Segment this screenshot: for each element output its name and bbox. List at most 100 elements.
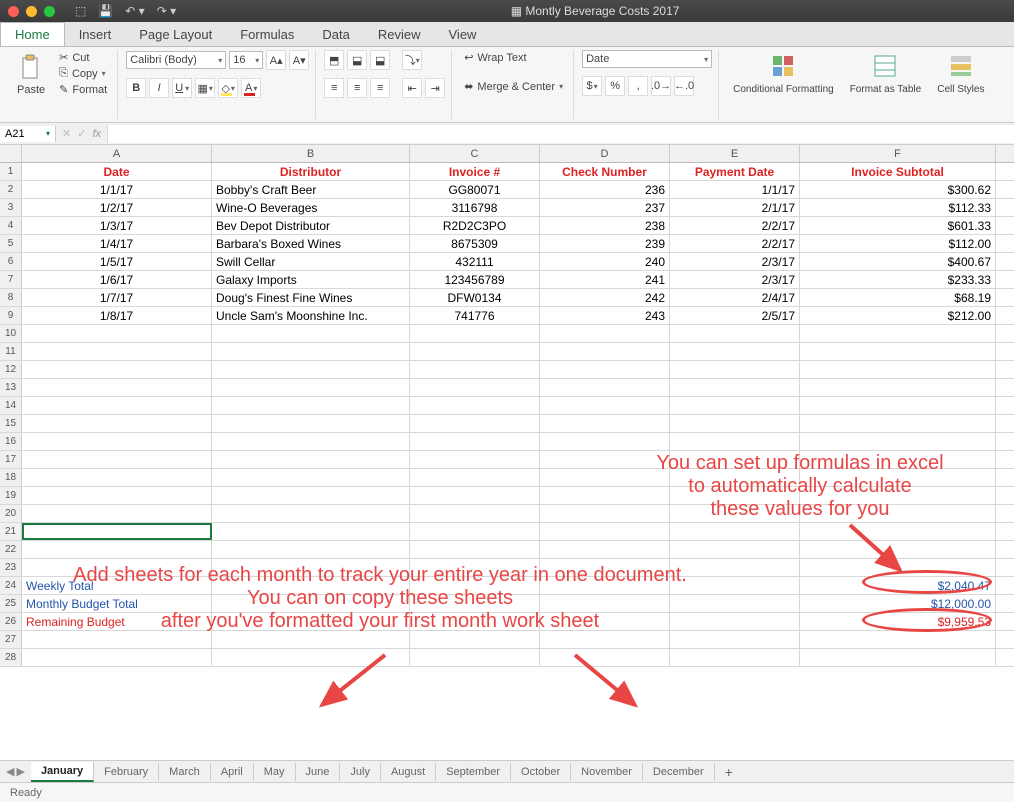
merge-center-button[interactable]: ⬌Merge & Center▾ — [460, 79, 567, 94]
col-header-d[interactable]: D — [540, 145, 670, 162]
cell[interactable] — [540, 649, 670, 666]
col-header-e[interactable]: E — [670, 145, 800, 162]
cell[interactable] — [670, 649, 800, 666]
cell[interactable] — [212, 469, 410, 486]
row-header[interactable]: 24 — [0, 577, 22, 594]
cell[interactable] — [410, 451, 540, 468]
cell[interactable]: $68.19 — [800, 289, 996, 306]
row-header[interactable]: 5 — [0, 235, 22, 252]
cell[interactable]: Bev Depot Distributor — [212, 217, 410, 234]
cell[interactable]: 2/2/17 — [670, 235, 800, 252]
cell[interactable] — [410, 631, 540, 648]
col-header-c[interactable]: C — [410, 145, 540, 162]
cell[interactable] — [22, 541, 212, 558]
sheet-tab-september[interactable]: September — [436, 763, 511, 781]
cell[interactable]: 432111 — [410, 253, 540, 270]
fx-icon[interactable]: fx — [92, 128, 101, 140]
decrease-decimal-button[interactable]: ←.0 — [674, 76, 694, 96]
align-right-button[interactable]: ≡ — [370, 78, 390, 98]
cell[interactable]: 1/1/17 — [670, 181, 800, 198]
cell[interactable] — [410, 649, 540, 666]
cell[interactable] — [212, 379, 410, 396]
cell[interactable] — [800, 325, 996, 342]
cell[interactable]: 2/2/17 — [670, 217, 800, 234]
sheet-tab-march[interactable]: March — [159, 763, 211, 781]
align-left-button[interactable]: ≡ — [324, 78, 344, 98]
cell[interactable]: 2/3/17 — [670, 271, 800, 288]
cell[interactable] — [670, 361, 800, 378]
cell[interactable]: $212.00 — [800, 307, 996, 324]
cell[interactable]: Check Number — [540, 163, 670, 180]
row-header[interactable]: 23 — [0, 559, 22, 576]
cell[interactable]: 238 — [540, 217, 670, 234]
conditional-formatting-button[interactable]: Conditional Formatting — [727, 50, 840, 99]
cell[interactable] — [22, 343, 212, 360]
cell[interactable] — [212, 559, 410, 576]
cell[interactable] — [212, 343, 410, 360]
row-header[interactable]: 20 — [0, 505, 22, 522]
paste-button[interactable]: Paste — [11, 50, 51, 100]
cell[interactable] — [540, 541, 670, 558]
cell[interactable] — [670, 343, 800, 360]
autosave-icon[interactable]: ⬚ — [75, 4, 86, 18]
enter-icon[interactable]: ✓ — [77, 127, 86, 140]
cell[interactable] — [540, 325, 670, 342]
sheet-tab-july[interactable]: July — [340, 763, 381, 781]
row-header[interactable]: 4 — [0, 217, 22, 234]
cell[interactable]: Doug's Finest Fine Wines — [212, 289, 410, 306]
cell[interactable]: $12,000.00 — [800, 595, 996, 612]
cell[interactable] — [410, 487, 540, 504]
italic-button[interactable]: I — [149, 78, 169, 98]
col-header-f[interactable]: F — [800, 145, 996, 162]
format-as-table-button[interactable]: Format as Table — [844, 50, 928, 99]
cell[interactable]: 1/2/17 — [22, 199, 212, 216]
sheet-tab-february[interactable]: February — [94, 763, 159, 781]
row-header[interactable]: 22 — [0, 541, 22, 558]
cell[interactable] — [540, 631, 670, 648]
cell[interactable] — [22, 361, 212, 378]
cell[interactable] — [670, 379, 800, 396]
row-header[interactable]: 6 — [0, 253, 22, 270]
cell[interactable] — [22, 469, 212, 486]
cell[interactable]: 1/8/17 — [22, 307, 212, 324]
cell[interactable]: Payment Date — [670, 163, 800, 180]
cell[interactable] — [410, 595, 540, 612]
cell-styles-button[interactable]: Cell Styles — [931, 50, 990, 99]
cell[interactable] — [670, 577, 800, 594]
cell[interactable]: 2/3/17 — [670, 253, 800, 270]
cell[interactable]: $112.00 — [800, 235, 996, 252]
sheet-tab-january[interactable]: January — [31, 762, 94, 782]
cell[interactable]: 2/5/17 — [670, 307, 800, 324]
decrease-indent-button[interactable]: ⇤ — [402, 78, 422, 98]
font-size-select[interactable]: 16▾ — [229, 51, 263, 69]
wrap-text-button[interactable]: ↩Wrap Text — [460, 50, 567, 65]
sheet-tab-april[interactable]: April — [211, 763, 254, 781]
cell[interactable] — [670, 487, 800, 504]
cell[interactable]: R2D2C3PO — [410, 217, 540, 234]
fill-color-button[interactable]: ◇▾ — [218, 78, 238, 98]
cell[interactable]: GG80071 — [410, 181, 540, 198]
cell[interactable] — [212, 595, 410, 612]
row-header[interactable]: 11 — [0, 343, 22, 360]
tab-review[interactable]: Review — [364, 23, 435, 46]
cell[interactable] — [800, 649, 996, 666]
redo-icon[interactable]: ↷ ▾ — [157, 4, 176, 18]
border-button[interactable]: ▦▾ — [195, 78, 215, 98]
cell[interactable] — [212, 433, 410, 450]
align-top-button[interactable]: ⬒ — [324, 50, 344, 70]
row-header[interactable]: 14 — [0, 397, 22, 414]
cell[interactable] — [212, 415, 410, 432]
cell[interactable] — [670, 541, 800, 558]
cell[interactable]: Date — [22, 163, 212, 180]
cell[interactable] — [670, 613, 800, 630]
minimize-window[interactable] — [26, 6, 37, 17]
cell[interactable]: Monthly Budget Total — [22, 595, 212, 612]
cell[interactable] — [800, 361, 996, 378]
cell[interactable]: 242 — [540, 289, 670, 306]
tab-page-layout[interactable]: Page Layout — [125, 23, 226, 46]
cell[interactable] — [212, 487, 410, 504]
tab-data[interactable]: Data — [308, 23, 363, 46]
bold-button[interactable]: B — [126, 78, 146, 98]
cell[interactable]: 236 — [540, 181, 670, 198]
cell[interactable] — [670, 433, 800, 450]
